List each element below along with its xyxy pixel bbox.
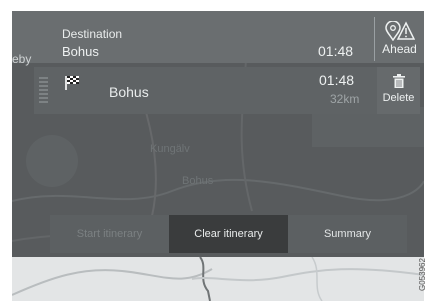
map-label-bohus: Bohus xyxy=(182,175,214,187)
lower-map-area[interactable] xyxy=(12,256,424,301)
itinerary-arrival-time: 01:48 xyxy=(319,72,355,88)
itinerary-distance: 32km xyxy=(330,92,360,106)
itinerary-destination-name: Bohus xyxy=(109,84,149,100)
destination-name: Bohus xyxy=(62,44,99,59)
itinerary-row[interactable]: Bohus 01:48 32km Delete xyxy=(34,67,420,114)
checkered-flag-icon xyxy=(65,76,79,90)
summary-button[interactable]: Summary xyxy=(288,215,407,253)
itinerary-actions: Start itinerary Clear itinerary Summary xyxy=(50,215,408,253)
start-itinerary-button[interactable]: Start itinerary xyxy=(50,215,169,253)
ahead-button[interactable]: Ahead xyxy=(375,11,424,63)
delete-label: Delete xyxy=(382,92,415,104)
destination-header: Destination Bohus 01:48 Ahead xyxy=(12,11,424,63)
pin-warning-icon xyxy=(384,21,415,41)
map-label-kungalv: Kungälv xyxy=(150,143,190,155)
figure-code: G053962 xyxy=(418,258,427,292)
drag-handle-icon[interactable] xyxy=(39,77,48,107)
clear-itinerary-button[interactable]: Clear itinerary xyxy=(169,215,288,253)
map-label-left-edge: eby xyxy=(12,52,32,66)
arrival-time: 01:48 xyxy=(318,43,354,59)
navigation-screen: Kungälv Bohus Destination Bohus 01:48 Ah… xyxy=(12,11,424,301)
destination-label: Destination xyxy=(62,27,123,41)
trash-icon xyxy=(392,74,405,88)
delete-button[interactable]: Delete xyxy=(377,67,420,114)
ahead-label: Ahead xyxy=(382,42,417,56)
